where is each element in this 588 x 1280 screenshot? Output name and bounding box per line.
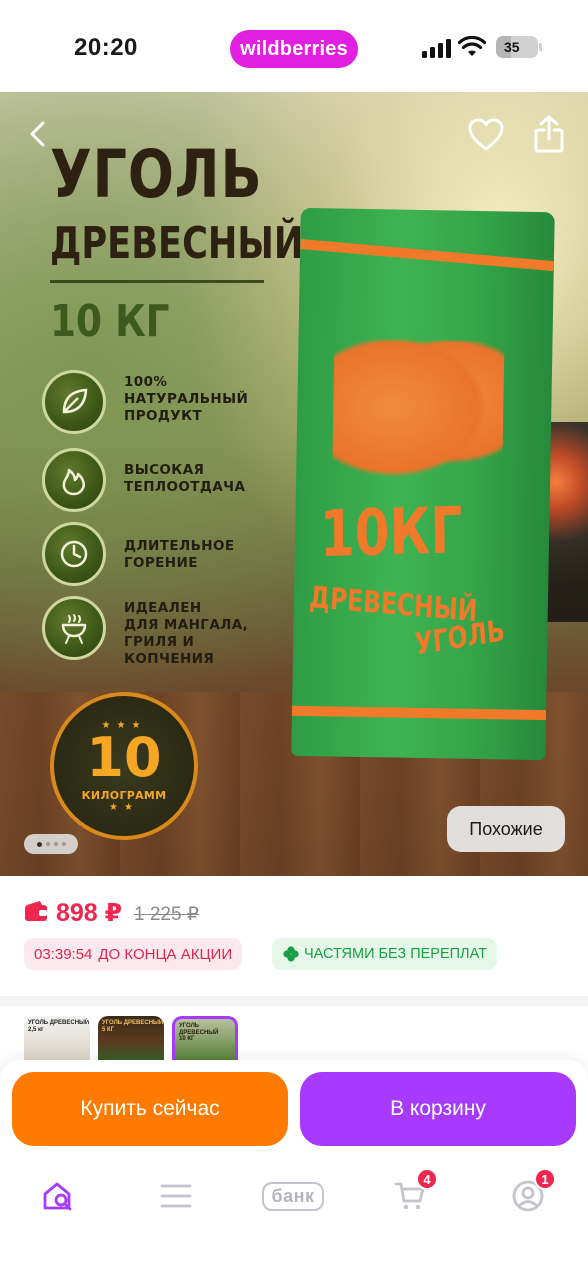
grill-icon [42,596,106,660]
tab-home[interactable] [28,1174,88,1218]
pager-dot [61,842,66,846]
tab-cart[interactable]: 4 [380,1168,440,1218]
variant-label: УГОЛЬ ДРЕВЕСНЫЙ 5 КГ [102,1020,164,1033]
action-bar: Купить сейчас В корзину [0,1060,588,1158]
weight-badge-number: 10 [86,725,162,789]
weight-badge-unit: КИЛОГРАММ [81,788,167,802]
bag-weight-text: 10КГ [319,494,463,573]
home-search-icon [43,1182,72,1211]
variant-label: УГОЛЬ ДРЕВЕСНЫЙ 10 КГ [179,1023,219,1043]
product-bag: 10КГ ДРЕВЕСНЫЙ УГОЛЬ [291,207,555,761]
leaf-icon [42,370,106,434]
price-section: 898 ₽ 1 225 ₽ 03:39:54 ДО КОНЦА АКЦИИ ЧА… [0,876,588,996]
promo-timer-value: 03:39:54 [34,945,93,963]
bank-label: банк [262,1181,324,1211]
promo-timer-text: ДО КОНЦА АКЦИИ [98,945,233,963]
wallet-icon [25,901,47,921]
product-gallery[interactable]: УГОЛЬ ДРЕВЕСНЫЙ 10 КГ 100% НАТУРАЛЬНЫЙ П… [0,92,588,876]
tab-profile[interactable]: 1 [498,1168,558,1218]
section-separator [0,996,588,1006]
variant-selector: УГОЛЬ ДРЕВЕСНЫЙ 2,5 кг УГОЛЬ ДРЕВЕСНЫЙ 5… [24,1016,238,1066]
bottom-tab-bar: банк 4 1 [0,1158,588,1280]
image-title-line1: УГОЛЬ [50,136,263,213]
profile-notification-badge: 1 [534,1168,556,1190]
feature-text: ВЫСОКАЯ ТЕПЛООТДАЧА [124,462,246,495]
tab-catalog[interactable] [146,1174,206,1218]
pager-dot [45,842,50,846]
title-divider [50,280,264,283]
variant-thumbnail[interactable]: УГОЛЬ ДРЕВЕСНЫЙ 2,5 кг [24,1016,90,1066]
installment-text: ЧАСТЯМИ БЕЗ ПЕРЕПЛАТ [304,946,487,962]
tab-bank[interactable]: банк [256,1174,330,1218]
pager-dot [36,841,42,847]
variant-label: УГОЛЬ ДРЕВЕСНЫЙ 2,5 кг [28,1020,90,1033]
add-to-cart-button[interactable]: В корзину [300,1072,576,1146]
installment-badge[interactable]: ЧАСТЯМИ БЕЗ ПЕРЕПЛАТ [272,938,497,970]
gallery-page-indicator [24,834,78,854]
buy-now-button[interactable]: Купить сейчас [12,1072,288,1146]
feature-text: ДЛИТЕЛЬНОЕ ГОРЕНИЕ [124,538,235,571]
similar-button[interactable]: Похожие [447,806,565,852]
current-price: 898 ₽ [56,899,123,927]
battery-level-text: 35 [504,39,520,55]
feature-text: 100% НАТУРАЛЬНЫЙ ПРОДУКТ [124,374,249,424]
image-title-weight: 10 КГ [50,296,170,347]
status-bar: 20:20 wildberries 35 [0,0,588,92]
old-price: 1 225 ₽ [134,904,199,925]
clock-icon [42,522,106,586]
wifi-icon [458,36,486,56]
feature-text: ИДЕАЛЕН ДЛЯ МАНГАЛА, ГРИЛЯ И КОПЧЕНИЯ [124,600,249,667]
brand-logo[interactable]: wildberries [230,30,358,68]
signal-icon [422,39,451,58]
favorite-heart-icon[interactable] [468,118,504,152]
battery-icon: 35 [496,36,542,58]
flame-icon [42,448,106,512]
share-icon[interactable] [533,114,565,154]
promo-timer-badge[interactable]: 03:39:54 ДО КОНЦА АКЦИИ [24,938,243,970]
pager-dot [53,842,58,846]
menu-icon [160,1184,192,1208]
cart-count-badge: 4 [416,1168,438,1190]
image-title-line2: ДРЕВЕСНЫЙ [50,218,304,269]
birch-leaf-graphic [331,338,505,492]
back-arrow-icon[interactable] [26,120,50,148]
status-time: 20:20 [74,34,138,61]
clover-icon [283,946,299,962]
stars-decoration: ★★ [109,801,139,813]
weight-badge: ★★★ 10 КИЛОГРАММ ★★ [50,692,198,840]
variant-thumbnail-selected[interactable]: УГОЛЬ ДРЕВЕСНЫЙ 10 КГ [172,1016,238,1066]
variant-thumbnail[interactable]: УГОЛЬ ДРЕВЕСНЫЙ 5 КГ [98,1016,164,1066]
